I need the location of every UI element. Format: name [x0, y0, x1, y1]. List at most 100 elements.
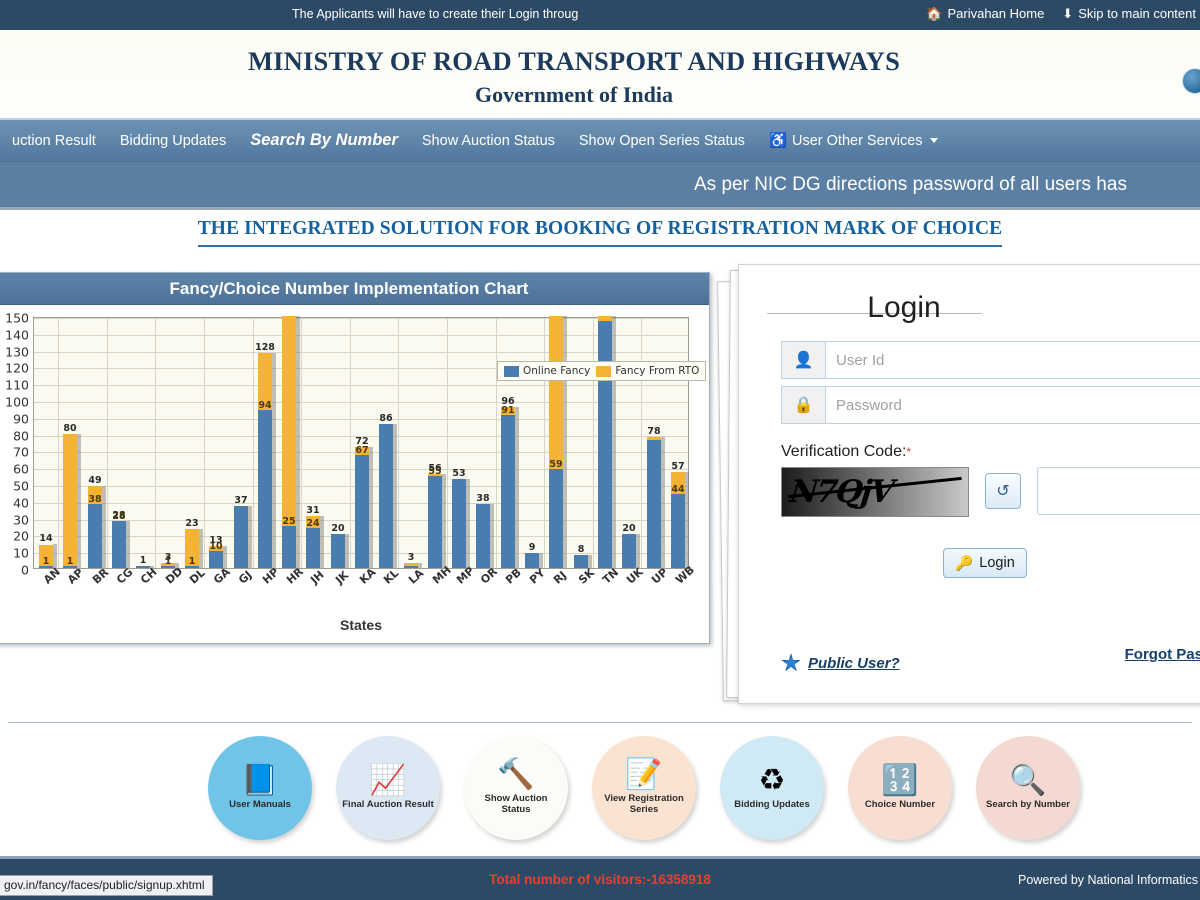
chart-bar [355, 447, 369, 568]
service-user-manual[interactable]: 📘User Manuals [208, 736, 312, 840]
chart-bar [476, 504, 490, 568]
chart-bar [428, 474, 442, 568]
chart-bar [622, 534, 636, 568]
chart-y-tick: 70 [0, 445, 29, 460]
nav-item-show-auction-status[interactable]: Show Auction Status [410, 133, 567, 149]
bar-series-label: 1 [165, 556, 172, 567]
bar-segment-online-fancy [671, 494, 685, 568]
chart-gridline [34, 385, 688, 386]
bar-total-label: 49 [88, 475, 101, 486]
parivahan-home-link[interactable]: 🏠 Parivahan Home [926, 6, 1044, 21]
bar-segment-online-fancy [306, 528, 320, 568]
bar-shadow [612, 316, 616, 568]
chart-gridline-v [155, 318, 156, 568]
service-gavel[interactable]: 🔨Show Auction Status [464, 736, 568, 840]
bar-shadow [296, 316, 300, 568]
bar-shadow [272, 353, 276, 568]
service-choice-number[interactable]: 🔢Choice Number [848, 736, 952, 840]
service-bidding-updates[interactable]: ♻Bidding Updates [720, 736, 824, 840]
chart-x-tick: JK [333, 569, 351, 587]
password-field-row: 🔒 [781, 386, 1200, 424]
legend-swatch [596, 366, 611, 377]
login-heading: Login [739, 291, 1069, 325]
service-label: View Registration Series [598, 794, 690, 816]
bar-shadow [199, 529, 203, 568]
bar-series-label: 91 [501, 405, 514, 416]
bar-total-label: 38 [476, 493, 489, 504]
chart-bar [234, 506, 248, 568]
bar-series-label: 94 [258, 400, 271, 411]
chart-y-tick: 90 [0, 411, 29, 426]
service-final-auction-result[interactable]: 📈Final Auction Result [336, 736, 440, 840]
chart-gridline [34, 402, 688, 403]
service-registration-series[interactable]: 📝View Registration Series [592, 736, 696, 840]
page-subtitle-wrap: THE INTEGRATED SOLUTION FOR BOOKING OF R… [0, 218, 1200, 247]
chart-y-tick: 10 [0, 546, 29, 561]
bar-segment-online-fancy [598, 321, 612, 568]
nav-item-auction-result[interactable]: uction Result [0, 133, 108, 149]
bar-shadow [442, 474, 446, 568]
chart-x-tick: DL [187, 566, 208, 586]
chart-gridline-v [544, 318, 545, 568]
page-title: THE INTEGRATED SOLUTION FOR BOOKING OF R… [198, 218, 1003, 247]
bar-segment-online-fancy [525, 553, 539, 568]
skip-to-main-content-link[interactable]: ⬇ Skip to main content [1062, 6, 1196, 21]
refresh-captcha-button[interactable]: ↺ [985, 473, 1021, 509]
chart-y-tick: 80 [0, 428, 29, 443]
bar-shadow [515, 407, 519, 568]
chart-gridline-v [496, 318, 497, 568]
nav-item-search-by-number[interactable]: Search By Number [238, 131, 410, 150]
bar-total-label: 80 [63, 423, 76, 434]
nav-item-user-other-services[interactable]: ♿ User Other Services [757, 132, 950, 149]
chart-gridline-v [58, 318, 59, 568]
chart-gridline-v [641, 318, 642, 568]
service-label: Show Auction Status [470, 794, 562, 816]
bar-shadow [539, 553, 543, 568]
public-user-link[interactable]: Public User? [781, 653, 900, 673]
bar-segment-online-fancy [476, 504, 490, 568]
bar-total-label: 128 [255, 342, 275, 353]
nav-label: uction Result [12, 133, 96, 149]
public-user-label: Public User? [808, 655, 900, 672]
chart-gridline-v [593, 318, 594, 568]
chart-y-axis: 0102030405060708090100110120130140150 [0, 317, 29, 569]
chart-x-tick: SK [576, 566, 597, 587]
bar-total-label: 3 [408, 552, 415, 563]
bar-series-label: 25 [282, 516, 295, 527]
accessibility-badge-icon[interactable] [1182, 68, 1200, 94]
login-button[interactable]: 🔑 Login [943, 548, 1027, 578]
password-input[interactable] [825, 386, 1200, 424]
nav-label: Search By Number [250, 131, 398, 150]
chart-bar [112, 521, 126, 568]
search-by-number-icon: 🔍 [1009, 766, 1046, 796]
bar-series-label: 67 [355, 445, 368, 456]
service-search-by-number[interactable]: 🔍 Search by Number [976, 736, 1080, 840]
chart-x-tick: KL [381, 567, 401, 587]
bar-shadow [248, 506, 252, 568]
required-marker: * [906, 445, 911, 459]
nav-item-bidding-updates[interactable]: Bidding Updates [108, 133, 238, 149]
bar-segment-online-fancy [452, 479, 466, 568]
bar-segment-online-fancy [574, 555, 588, 568]
final-auction-result-icon: 📈 [369, 766, 406, 796]
service-label: Bidding Updates [726, 800, 818, 811]
user-id-input[interactable] [825, 341, 1200, 379]
chart-gridline-v [350, 318, 351, 568]
chart-y-tick: 50 [0, 479, 29, 494]
home-icon: 🏠 [926, 7, 942, 20]
forgot-password-link[interactable]: Forgot Passwor [1125, 646, 1200, 663]
user-manual-icon: 📘 [241, 766, 278, 796]
legend-swatch [504, 366, 519, 377]
chart-gridline-v [301, 318, 302, 568]
government-subtitle: Government of India [0, 82, 1148, 108]
chart-bar [282, 316, 296, 568]
login-card: Login 👤 🔒 Verification Code:* N7QjV ↺ 🔑 … [738, 264, 1200, 704]
chart-gridline-v [398, 318, 399, 568]
nav-item-show-open-series-status[interactable]: Show Open Series Status [567, 133, 757, 149]
bar-total-label: 31 [306, 505, 319, 516]
bar-segment-fancy-from-rto [549, 316, 563, 469]
verification-code-input[interactable] [1037, 467, 1200, 515]
chart-bar [501, 407, 515, 568]
nav-label: Show Auction Status [422, 133, 555, 149]
service-label: Search by Number [982, 800, 1074, 811]
